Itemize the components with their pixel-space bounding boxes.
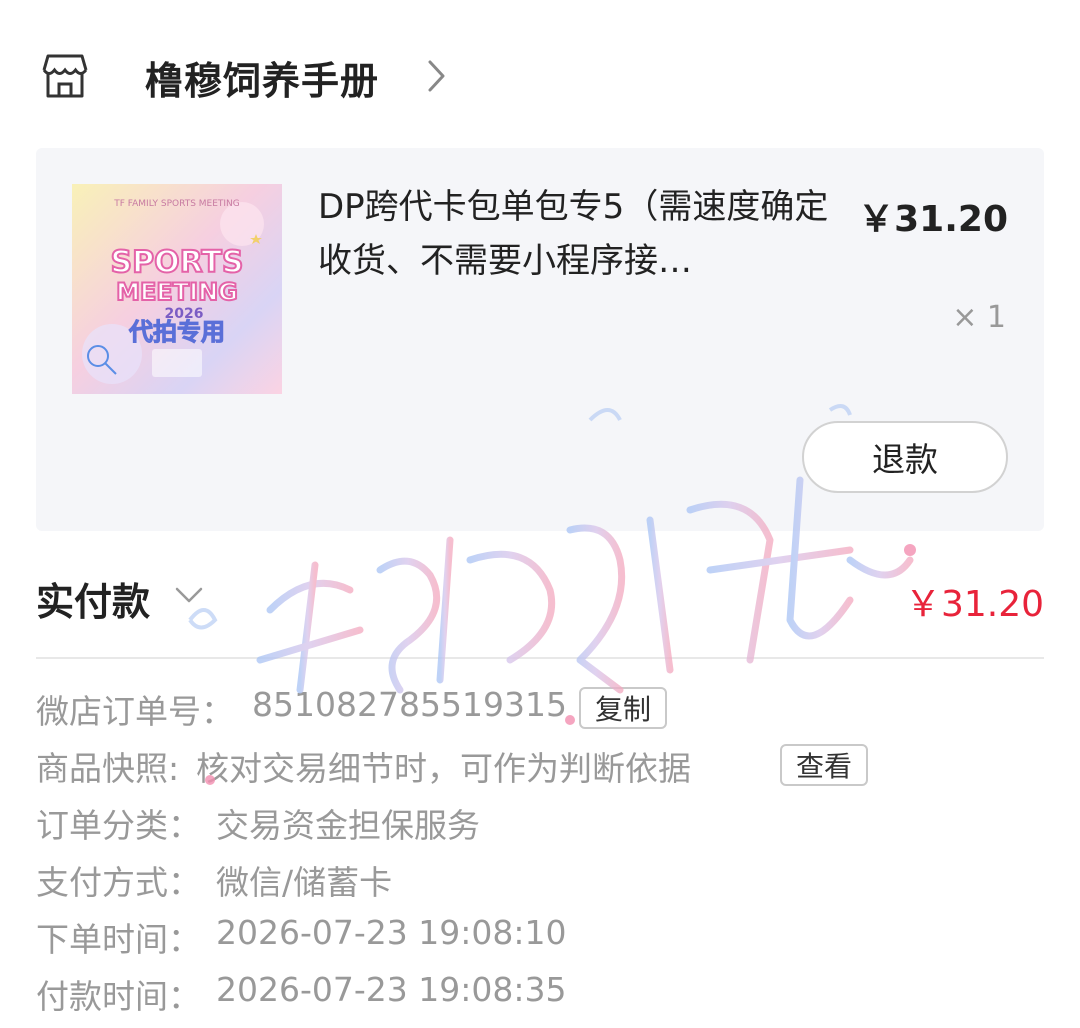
order-number-value: 851082785519315 xyxy=(252,685,567,724)
product-thumbnail-art: TF FAMILY SPORTS MEETING SPORTS MEETING … xyxy=(82,199,264,384)
shop-header[interactable]: 橹穆饲养手册 xyxy=(0,0,1080,150)
section-divider xyxy=(36,657,1044,659)
product-quantity: × 1 xyxy=(952,300,1006,335)
payment-method-label: 支付方式： xyxy=(36,863,201,902)
shop-name[interactable]: 橹穆饲养手册 xyxy=(145,50,379,105)
thumb-title-line1: SPORTS xyxy=(111,245,244,280)
product-card[interactable]: TF FAMILY SPORTS MEETING SPORTS MEETING … xyxy=(36,148,1044,531)
category-value: 交易资金担保服务 xyxy=(216,806,480,845)
thumb-title-line2: MEETING xyxy=(116,278,238,306)
payment-method-value: 微信/储蓄卡 xyxy=(216,863,393,902)
payment-time-label: 付款时间： xyxy=(36,977,201,1016)
order-details: 微店订单号： 851082785519315 复制 商品快照: 核对交易细节时，… xyxy=(36,685,1044,1027)
paid-label: 实付款 xyxy=(36,580,151,624)
view-snapshot-button[interactable]: 查看 xyxy=(780,744,869,786)
paid-amount-row[interactable]: 实付款 ￥31.20 xyxy=(36,565,1044,629)
thumb-top-text: TF FAMILY SPORTS MEETING xyxy=(113,199,240,209)
chevron-right-icon[interactable] xyxy=(425,56,449,96)
copy-button[interactable]: 复制 xyxy=(579,687,668,729)
payment-time-row: 付款时间： 2026-07-23 19:08:35 xyxy=(36,970,1044,1027)
snapshot-label: 商品快照: xyxy=(36,749,180,788)
paid-amount: ￥31.20 xyxy=(904,584,1044,625)
order-time-value: 2026-07-23 19:08:10 xyxy=(216,913,567,952)
product-thumbnail[interactable]: TF FAMILY SPORTS MEETING SPORTS MEETING … xyxy=(72,184,282,394)
category-row: 订单分类： 交易资金担保服务 xyxy=(36,799,1044,856)
order-number-row: 微店订单号： 851082785519315 复制 xyxy=(36,685,1044,742)
payment-method-row: 支付方式： 微信/储蓄卡 xyxy=(36,856,1044,913)
snapshot-value: 核对交易细节时，可作为判断依据 xyxy=(196,749,691,788)
order-number-label: 微店订单号： xyxy=(36,692,234,731)
product-title[interactable]: DP跨代卡包单包专5（需速度确定收货、不需要小程序接… xyxy=(318,180,838,288)
product-price: ￥31.20 xyxy=(858,199,1008,240)
store-icon xyxy=(42,54,88,98)
order-time-row: 下单时间： 2026-07-23 19:08:10 xyxy=(36,913,1044,970)
order-time-label: 下单时间： xyxy=(36,920,201,959)
thumb-tag: 代拍专用 xyxy=(128,318,225,346)
payment-time-value: 2026-07-23 19:08:35 xyxy=(216,970,567,1009)
chevron-down-icon[interactable] xyxy=(174,585,204,605)
refund-button[interactable]: 退款 xyxy=(802,421,1008,493)
snapshot-row: 商品快照: 核对交易细节时，可作为判断依据 查看 xyxy=(36,742,1044,799)
category-label: 订单分类： xyxy=(36,806,201,845)
